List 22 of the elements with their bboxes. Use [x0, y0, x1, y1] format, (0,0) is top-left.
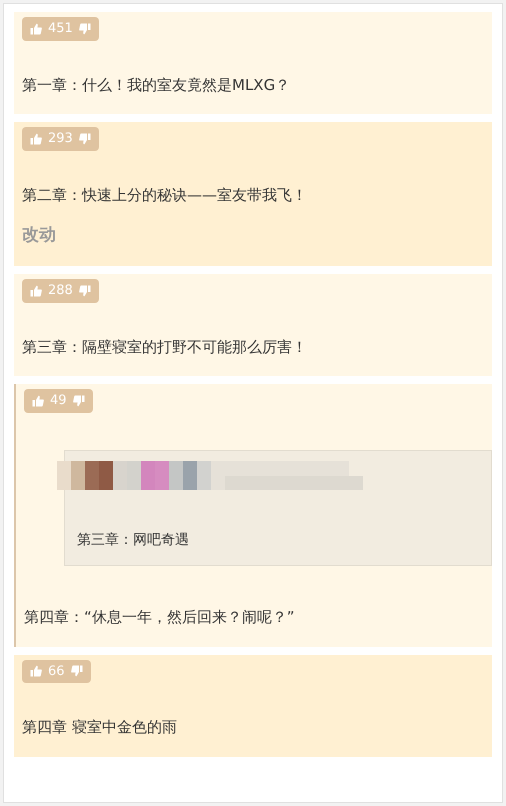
post-text: 第二章：快速上分的秘诀——室友带我飞！ [22, 185, 308, 206]
thumbs-up-icon[interactable] [30, 284, 42, 297]
vote-count: 451 [48, 20, 73, 38]
quote-text: 第三章：网吧奇遇 [77, 531, 190, 550]
post-text: 第四章 寝室中金色的雨 [22, 717, 178, 738]
thumbs-down-icon[interactable] [78, 284, 91, 297]
edit-label: 改动 [22, 224, 57, 246]
vote-count: 66 [48, 662, 65, 680]
thumbs-down-icon[interactable] [72, 395, 85, 407]
thumbs-down-icon[interactable] [78, 133, 91, 145]
vote-count: 293 [48, 130, 73, 148]
thumbs-up-icon[interactable] [30, 665, 42, 678]
post-text: 第三章：隔壁寝室的打野不可能那么厉害！ [22, 336, 308, 358]
post-text: 第四章：“休息一年，然后回来？闹呢？” [24, 607, 296, 628]
vote-count: 49 [50, 392, 67, 410]
thumbs-up-icon[interactable] [30, 22, 42, 35]
thumbs-down-icon[interactable] [70, 665, 83, 678]
post-text: 第一章：什么！我的室友竟然是MLXG？ [22, 74, 292, 96]
thumbs-up-icon[interactable] [32, 395, 44, 407]
thumbs-down-icon[interactable] [78, 22, 91, 35]
thumbs-up-icon[interactable] [30, 133, 42, 145]
vote-count: 288 [48, 282, 73, 300]
